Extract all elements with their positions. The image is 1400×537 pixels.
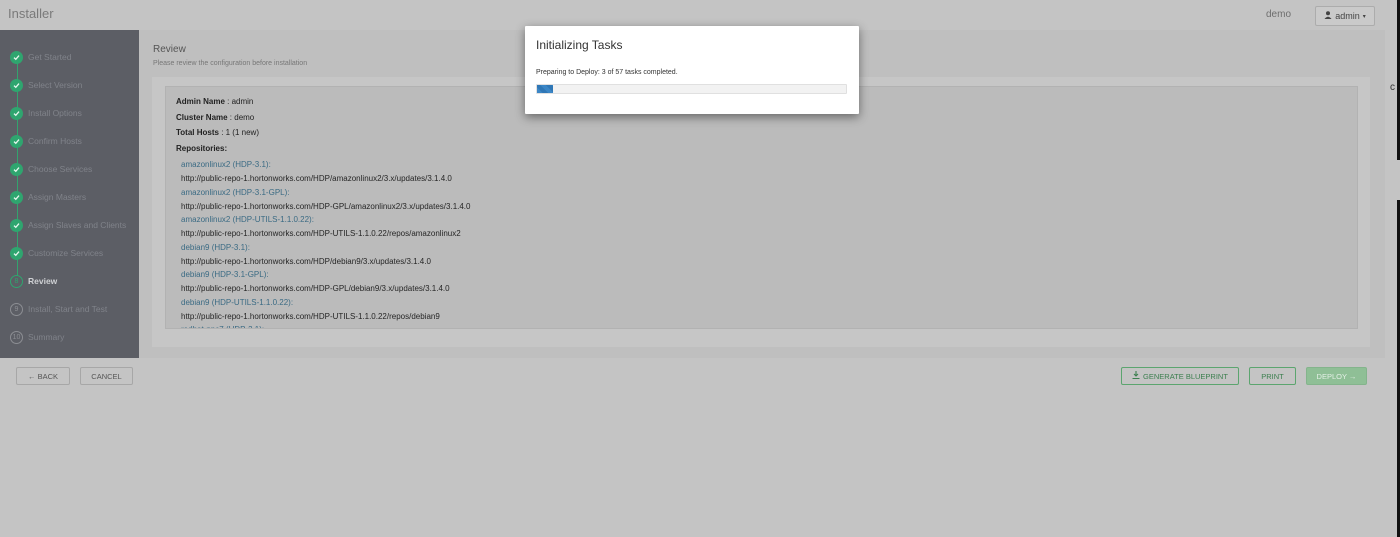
check-icon bbox=[10, 50, 23, 64]
repository-name: debian9 (HDP-3.1-GPL): bbox=[181, 270, 269, 279]
repository-item: amazonlinux2 (HDP-3.1-GPL): http://public… bbox=[181, 188, 470, 211]
print-button[interactable]: PRINT bbox=[1249, 367, 1296, 385]
wizard-step[interactable]: 8 Review bbox=[10, 273, 57, 289]
check-icon bbox=[10, 162, 23, 176]
admin-name-row: Admin Name : admin bbox=[176, 97, 254, 106]
progress-bar-fill bbox=[537, 85, 554, 93]
repository-name: debian9 (HDP-UTILS-1.1.0.22): bbox=[181, 297, 294, 307]
repository-url: http://public-repo-1.hortonworks.com/HDP… bbox=[181, 174, 452, 183]
modal-message: Preparing to Deploy: 3 of 57 tasks compl… bbox=[536, 69, 678, 76]
generate-blueprint-label: GENERATE BLUEPRINT bbox=[1143, 371, 1228, 381]
repository-url: http://public-repo-1.hortonworks.com/HDP… bbox=[181, 229, 461, 238]
repository-item: redhat-ppc7 (HDP-3.1): bbox=[181, 325, 264, 328]
repository-url: http://public-repo-1.hortonworks.com/HDP… bbox=[181, 284, 450, 293]
repositories-heading: Repositories: bbox=[176, 144, 228, 153]
repository-url: http://public-repo-1.hortonworks.com/HDP… bbox=[181, 311, 440, 321]
check-icon bbox=[10, 190, 23, 204]
page-background bbox=[0, 394, 1385, 537]
wizard-step[interactable]: Confirm Hosts bbox=[10, 133, 82, 149]
wizard-step-label: Confirm Hosts bbox=[28, 136, 82, 146]
repository-name: amazonlinux2 (HDP-3.1): bbox=[181, 160, 271, 169]
step-number: 10 bbox=[10, 330, 23, 344]
generate-blueprint-button[interactable]: GENERATE BLUEPRINT bbox=[1121, 367, 1239, 385]
cancel-button[interactable]: CANCEL bbox=[80, 367, 133, 385]
repository-item: amazonlinux2 (HDP-UTILS-1.1.0.22): http:/… bbox=[181, 215, 461, 238]
review-summary: Admin Name : admin Cluster Name : demo T… bbox=[165, 86, 1358, 329]
initializing-tasks-modal: Initializing Tasks Preparing to Deploy: … bbox=[525, 26, 859, 114]
page-subtitle: Please review the configuration before i… bbox=[153, 60, 308, 67]
wizard-step[interactable]: Select Version bbox=[10, 77, 82, 93]
wizard-sidebar: Get Started Select Version Install Options… bbox=[0, 30, 139, 358]
progress-bar bbox=[536, 84, 847, 94]
cluster-name-row: Cluster Name : demo bbox=[176, 113, 255, 122]
repository-url: http://public-repo-1.hortonworks.com/HDP… bbox=[181, 201, 471, 211]
wizard-step-label: Get Started bbox=[28, 52, 72, 62]
repository-name: amazonlinux2 (HDP-UTILS-1.1.0.22): bbox=[181, 215, 314, 224]
check-icon bbox=[10, 246, 23, 260]
wizard-step-label: Assign Slaves and Clients bbox=[28, 220, 127, 230]
deploy-button[interactable]: DEPLOY → bbox=[1306, 367, 1367, 385]
check-icon bbox=[10, 218, 23, 232]
check-icon bbox=[10, 106, 23, 120]
step-number: 9 bbox=[10, 302, 23, 316]
app-title: Installer bbox=[8, 6, 54, 21]
repository-url: http://public-repo-1.hortonworks.com/HDP… bbox=[181, 256, 431, 266]
wizard-step-label: Choose Services bbox=[28, 164, 93, 174]
wizard-step[interactable]: Assign Slaves and Clients bbox=[10, 217, 126, 233]
page-title: Review bbox=[153, 44, 186, 55]
repository-name: redhat-ppc7 (HDP-3.1): bbox=[181, 325, 264, 328]
check-icon bbox=[10, 78, 23, 92]
back-button[interactable]: ← BACK bbox=[16, 367, 70, 385]
modal-title: Initializing Tasks bbox=[536, 38, 623, 52]
wizard-step[interactable]: 9 Install, Start and Test bbox=[10, 301, 107, 317]
caret-down-icon: ▾ bbox=[1362, 13, 1366, 20]
wizard-step[interactable]: 10 Summary bbox=[10, 329, 64, 345]
user-icon bbox=[1324, 11, 1332, 21]
repository-item: debian9 (HDP-UTILS-1.1.0.22): http://publ… bbox=[181, 298, 440, 321]
wizard-step[interactable]: Install Options bbox=[10, 105, 82, 121]
step-number: 8 bbox=[10, 274, 23, 288]
repository-item: debian9 (HDP-3.1): http://public-repo-1.h… bbox=[181, 243, 431, 266]
user-name: admin bbox=[1335, 11, 1360, 21]
repository-item: amazonlinux2 (HDP-3.1): http://public-rep… bbox=[181, 160, 452, 183]
wizard-step[interactable]: Assign Masters bbox=[10, 189, 86, 205]
total-hosts-row: Total Hosts : 1 (1 new) bbox=[176, 128, 259, 137]
user-menu-button[interactable]: admin ▾ bbox=[1315, 6, 1375, 26]
cluster-name: demo bbox=[1266, 9, 1292, 20]
wizard-step[interactable]: Get Started bbox=[10, 49, 71, 65]
wizard-step-label: Review bbox=[28, 276, 58, 286]
repository-name: debian9 (HDP-3.1): bbox=[181, 242, 250, 252]
wizard-step[interactable]: Choose Services bbox=[10, 161, 92, 177]
wizard-step-label: Install, Start and Test bbox=[28, 304, 108, 314]
repository-item: debian9 (HDP-3.1-GPL): http://public-repo… bbox=[181, 270, 450, 293]
wizard-step-label: Assign Masters bbox=[28, 192, 87, 202]
wizard-step-label: Select Version bbox=[28, 80, 83, 90]
wizard-step-label: Summary bbox=[28, 332, 65, 342]
repository-name: amazonlinux2 (HDP-3.1-GPL): bbox=[181, 187, 290, 197]
wizard-step-label: Install Options bbox=[28, 108, 82, 118]
check-icon bbox=[10, 134, 23, 148]
wizard-step-label: Customize Services bbox=[28, 248, 104, 258]
wizard-step[interactable]: Customize Services bbox=[10, 245, 103, 261]
window-edge: c bbox=[1385, 0, 1400, 537]
download-icon bbox=[1132, 371, 1140, 381]
